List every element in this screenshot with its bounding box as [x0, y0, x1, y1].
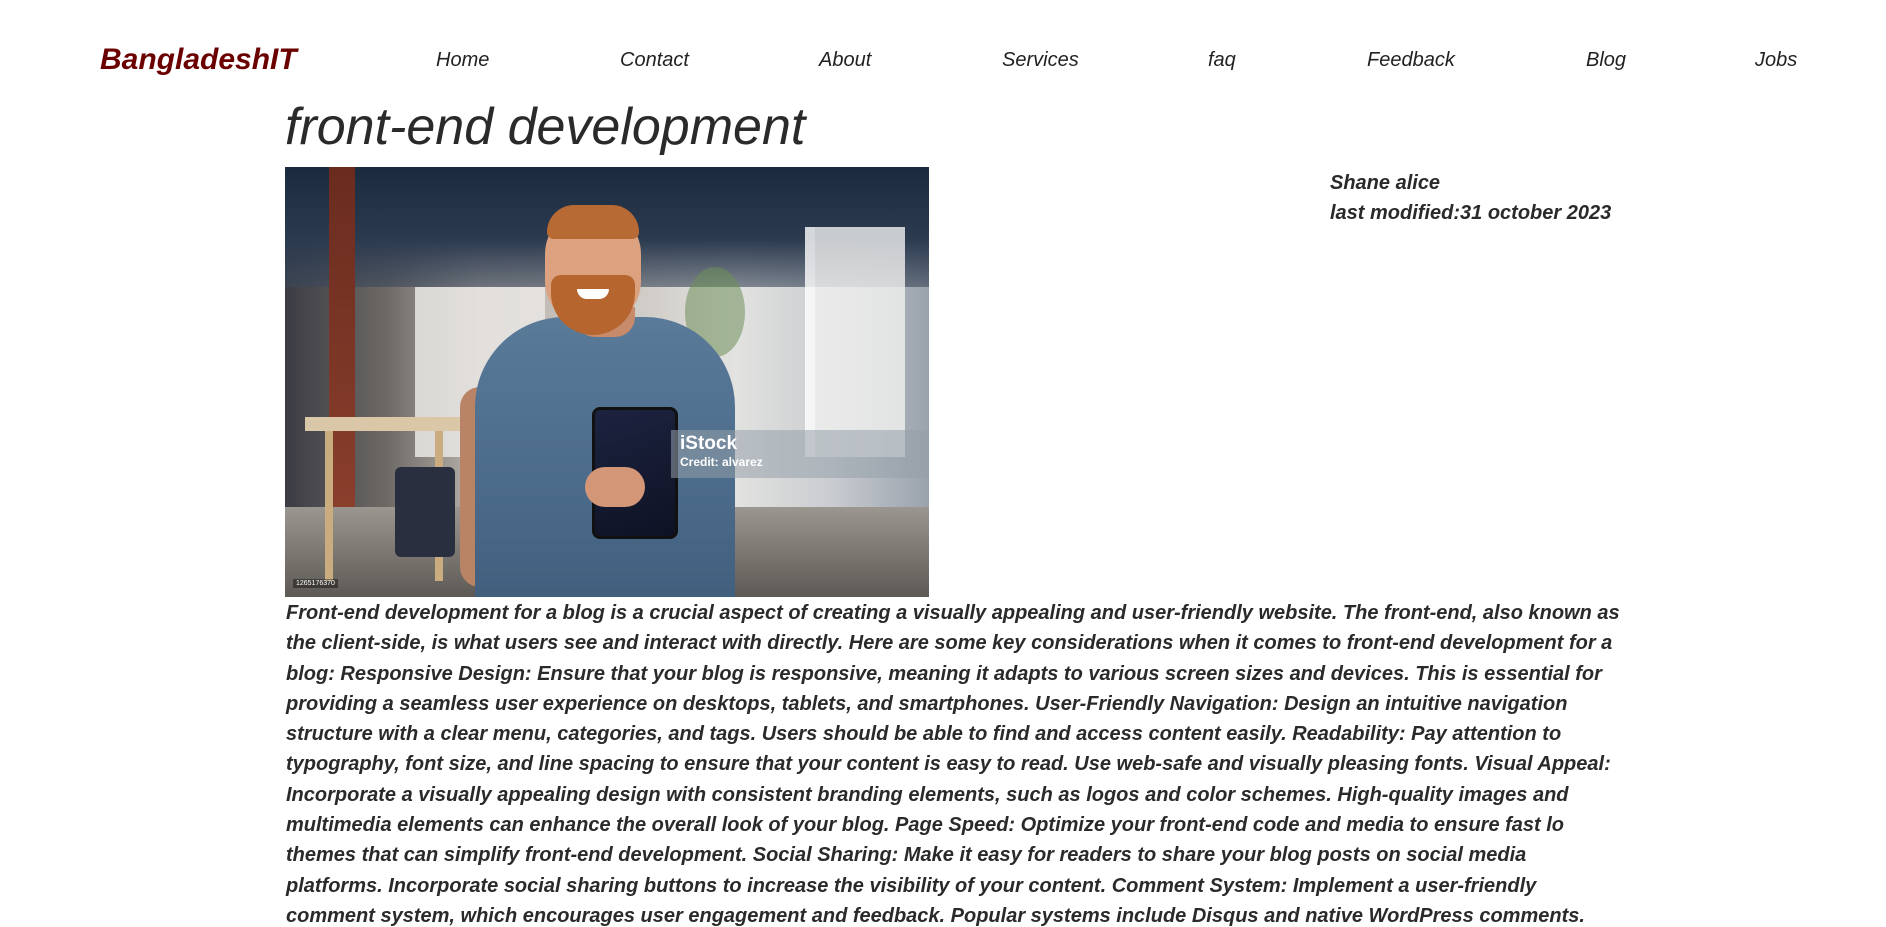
photo-table — [305, 417, 465, 431]
photo-watermark-brand: iStock — [680, 433, 738, 454]
photo-person-smile — [577, 289, 609, 299]
photo-image-id: 1265176370 — [293, 579, 338, 588]
photo-table-leg — [325, 431, 333, 581]
article-modified-date: last modified:31 october 2023 — [1330, 202, 1612, 224]
article-hero-image: iStock Credit: alvarez 1265176370 — [285, 167, 929, 597]
nav-about[interactable]: About — [819, 46, 871, 74]
nav-services[interactable]: Services — [1002, 46, 1079, 74]
nav-jobs[interactable]: Jobs — [1755, 46, 1797, 74]
page: BangladeshIT Home Contact About Services… — [0, 0, 1886, 927]
site-header: BangladeshIT Home Contact About Services… — [0, 0, 1886, 100]
nav-blog[interactable]: Blog — [1586, 46, 1626, 74]
site-logo[interactable]: BangladeshIT — [100, 40, 297, 80]
photo-person-hand — [585, 467, 645, 507]
article-meta: Shane alice last modified:31 october 202… — [1330, 168, 1611, 228]
photo-watermark-credit: Credit: alvarez — [680, 455, 763, 469]
nav-home[interactable]: Home — [436, 46, 489, 74]
article-author: Shane alice — [1330, 172, 1441, 194]
article-body: Front-end development for a blog is a cr… — [286, 602, 1620, 927]
nav-contact[interactable]: Contact — [620, 46, 689, 74]
photo-chair — [395, 467, 455, 557]
photo-person-hair — [547, 205, 639, 239]
nav-faq[interactable]: faq — [1208, 46, 1236, 74]
article-title: front-end development — [285, 98, 806, 156]
photo-shelf — [805, 227, 905, 457]
nav-feedback[interactable]: Feedback — [1367, 46, 1455, 74]
